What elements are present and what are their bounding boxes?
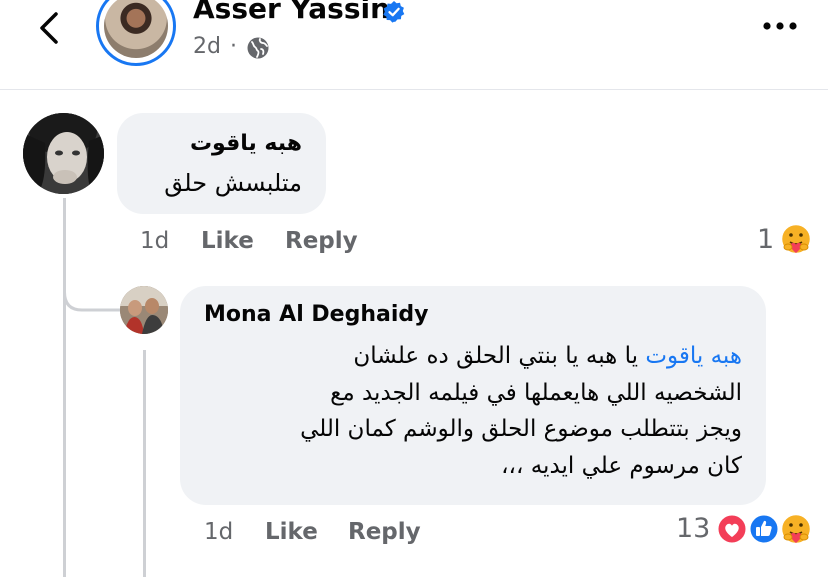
reply-reaction-count[interactable]: 13: [676, 513, 710, 544]
reply-line-1: هبه ياقوت يا هبه يا بنتي الحلق ده علشان: [202, 338, 742, 375]
reply-line-4: كان مرسوم علي ايديه ،،،: [501, 452, 742, 479]
comment-bubble[interactable]: هبه ياقوت متلبسش حلق: [117, 113, 326, 214]
reply-author-avatar[interactable]: [120, 286, 168, 334]
more-options-button[interactable]: [760, 14, 800, 38]
time-separator: ·: [230, 34, 237, 59]
author-name[interactable]: Asser Yassin: [193, 0, 390, 25]
reply-text: هبه ياقوت يا هبه يا بنتي الحلق ده علشان …: [202, 338, 742, 484]
comment-time: 1d: [140, 228, 170, 254]
comment-text: متلبسش حلق: [164, 169, 302, 197]
post-header: Asser Yassin 2d ·: [0, 0, 828, 90]
reaction-count[interactable]: 1: [757, 224, 774, 255]
verified-badge-icon: [383, 1, 405, 23]
reply-bubble[interactable]: Mona Al Deghaidy هبه ياقوت يا هبه يا بنت…: [180, 286, 766, 505]
reply-author[interactable]: Mona Al Deghaidy: [204, 302, 428, 327]
avatar-photo: [23, 113, 104, 194]
mention-link[interactable]: هبه ياقوت: [645, 343, 742, 369]
care-reaction-icon: [780, 223, 812, 255]
chevron-left-icon: [40, 12, 58, 44]
reply-line-3: ويجز بتتطلب موضوع الحلق والوشم كمان اللي: [300, 416, 742, 442]
author-avatar-image: [104, 0, 168, 58]
more-dots-icon: [763, 22, 797, 30]
author-avatar[interactable]: [96, 0, 176, 66]
like-button[interactable]: Like: [201, 228, 254, 254]
reply-reply-button[interactable]: Reply: [348, 519, 421, 545]
reply-button[interactable]: Reply: [285, 228, 358, 254]
reply-line-text: يا هبه يا بنتي الحلق ده علشان: [353, 343, 646, 369]
like-reaction-icon: [748, 513, 780, 545]
thread-connector-next: [63, 540, 66, 577]
globe-icon: [247, 37, 269, 59]
reply-time: 1d: [204, 519, 234, 545]
back-button[interactable]: [30, 6, 70, 50]
reply-line-2: الشخصيه اللي هايعملها في فيلمه الجديد مع: [330, 379, 742, 406]
care-reaction-icon: [780, 513, 812, 545]
thread-connector: [63, 270, 120, 312]
love-reaction-icon: [716, 513, 748, 545]
post-time: 2d: [193, 34, 221, 59]
avatar-photo: [120, 286, 168, 334]
comment-author[interactable]: هبه ياقوت: [190, 131, 302, 156]
thread-line: [63, 198, 66, 577]
commenter-avatar[interactable]: [23, 113, 104, 194]
reply-like-button[interactable]: Like: [265, 519, 318, 545]
